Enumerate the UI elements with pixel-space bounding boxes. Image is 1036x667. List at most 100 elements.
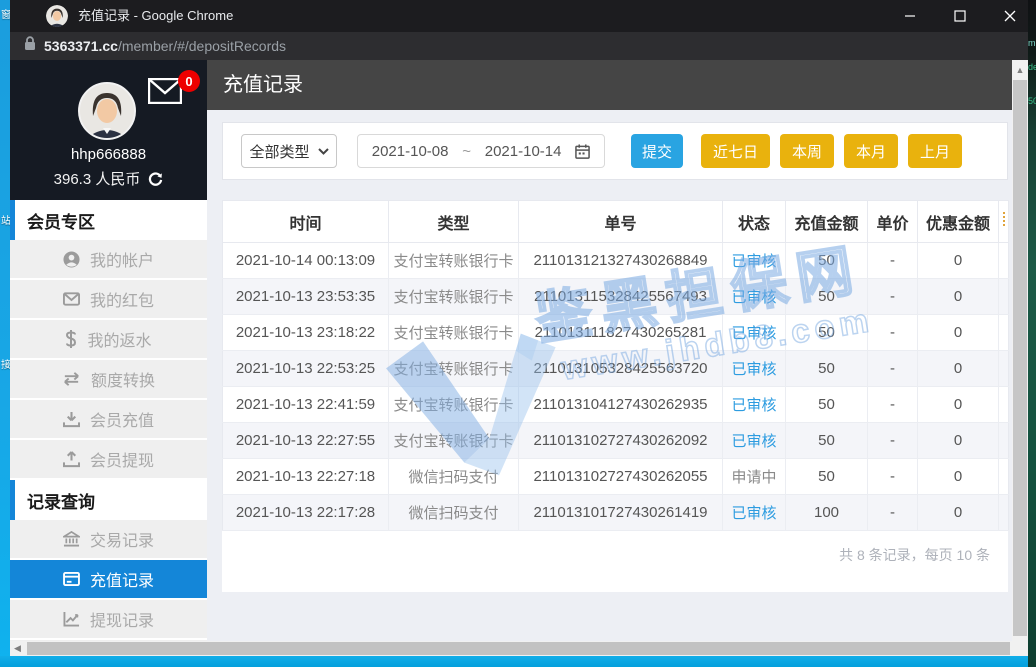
window-title: 充值记录 - Google Chrome (78, 0, 233, 32)
table-row: 2021-10-13 22:41:59支付宝转账银行卡2110131041274… (223, 387, 1009, 423)
table-row: 2021-10-13 23:53:35支付宝转账银行卡2110131153284… (223, 279, 1009, 315)
sidebar-item-label: 交易记录 (90, 527, 154, 551)
sidebar-section-records: 记录查询 (10, 480, 207, 520)
sidebar-item-my-account[interactable]: 我的帐户 (10, 240, 207, 280)
lock-icon (24, 36, 36, 56)
url-path: /member/#/depositRecords (118, 38, 286, 54)
user-icon (63, 251, 80, 268)
content-area: 全部类型 2021-10-08 ~ 2021-10-14 提交 近七日 本周 本… (207, 110, 1012, 641)
sidebar-item-label: 会员提现 (90, 447, 154, 471)
quick-lastmonth-button[interactable]: 上月 (908, 134, 962, 168)
type-select[interactable]: 全部类型 (241, 134, 337, 168)
sidebar-section-member: 会员专区 (10, 200, 207, 240)
scroll-up-arrow[interactable]: ▲ (1012, 62, 1028, 78)
page-title: 充值记录 (223, 60, 303, 110)
table-row: 2021-10-13 22:17:28微信扫码支付211013101727430… (223, 495, 1009, 531)
bank-icon (63, 531, 80, 547)
sidebar-item-deposit[interactable]: 会员充值 (10, 400, 207, 440)
close-button[interactable] (988, 0, 1032, 32)
page-header-bar: 充值记录 (207, 60, 1012, 110)
date-to-value: 2021-10-14 (485, 143, 562, 160)
quick-thismonth-button[interactable]: 本月 (844, 134, 898, 168)
address-bar[interactable]: 5363371.cc/member/#/depositRecords (10, 32, 1028, 60)
card-icon (63, 572, 80, 586)
message-count-badge: 0 (178, 70, 200, 92)
sidebar-item-label: 提现记录 (90, 607, 154, 631)
table-row: 2021-10-13 22:53:25支付宝转账银行卡2110131053284… (223, 351, 1009, 387)
table-row: 2021-10-13 23:18:22支付宝转账银行卡2110131118274… (223, 315, 1009, 351)
sidebar-item-label: 充值记录 (90, 567, 154, 591)
sidebar: 0 hhp666888 396.3 人民币 会员专区 我的帐户 我的红包 我的返… (10, 60, 207, 641)
col-header-price: 单价 (868, 201, 918, 243)
upload-icon (63, 451, 80, 468)
title-bar: 充值记录 - Google Chrome (10, 0, 1028, 32)
transfer-arrows-icon (62, 372, 81, 386)
records-panel: 时间 类型 单号 状态 充值金额 单价 优惠金额 2021-10-14 00: (222, 200, 1008, 592)
date-separator: ~ (462, 143, 471, 160)
sidebar-item-transaction-records[interactable]: 交易记录 (10, 520, 207, 560)
red-packet-icon (63, 292, 80, 306)
sidebar-item-red-packet[interactable]: 我的红包 (10, 280, 207, 320)
scrollbar-corner (1012, 641, 1028, 656)
balance: 396.3 人民币 (10, 168, 207, 191)
sidebar-item-withdraw[interactable]: 会员提现 (10, 440, 207, 480)
desktop-left-strip: 窗 站 接 (0, 0, 10, 667)
desktop-bottom-strip (0, 656, 1036, 667)
vertical-scrollbar[interactable]: ▲ (1012, 60, 1028, 641)
refresh-balance-icon[interactable] (148, 172, 163, 191)
vertical-scroll-thumb[interactable] (1013, 80, 1027, 636)
sidebar-item-label: 会员充值 (90, 407, 154, 431)
browser-window: 充值记录 - Google Chrome 5363371.cc/member/#… (10, 0, 1028, 656)
sidebar-item-label: 我的返水 (87, 327, 151, 351)
col-header-status: 状态 (723, 201, 786, 243)
horizontal-scrollbar[interactable]: ◀ (10, 641, 1012, 656)
minimize-button[interactable] (888, 0, 932, 32)
table-row: 2021-10-14 00:13:09支付宝转账银行卡2110131213274… (223, 243, 1009, 279)
background-text: m (1028, 38, 1036, 48)
col-header-time: 时间 (223, 201, 389, 243)
avatar[interactable] (78, 82, 136, 140)
username: hhp666888 (10, 146, 207, 163)
submit-button[interactable]: 提交 (631, 134, 683, 168)
sidebar-item-label: 我的帐户 (90, 247, 154, 271)
table-row: 2021-10-13 22:27:55支付宝转账银行卡2110131027274… (223, 423, 1009, 459)
table-header-row: 时间 类型 单号 状态 充值金额 单价 优惠金额 (223, 201, 1009, 243)
sidebar-item-quota-transfer[interactable]: 额度转换 (10, 360, 207, 400)
type-select-value: 全部类型 (249, 141, 309, 162)
sidebar-item-deposit-records[interactable]: 充值记录 (10, 560, 207, 600)
col-header-discount: 优惠金额 (918, 201, 999, 243)
desktop-icon-label: 接 (1, 356, 10, 371)
desktop-icon-label: 窗 (1, 6, 10, 21)
download-icon (63, 411, 80, 428)
col-header-order: 单号 (519, 201, 723, 243)
envelope-icon (148, 78, 182, 104)
quick-thisweek-button[interactable]: 本周 (780, 134, 834, 168)
desktop-right-strip: m de 50 (1028, 0, 1036, 667)
chevron-down-icon (318, 148, 329, 155)
col-header-amount: 充值金额 (786, 201, 868, 243)
calendar-icon (575, 144, 590, 159)
horizontal-scroll-thumb[interactable] (27, 642, 1010, 655)
main-area: 充值记录 全部类型 2021-10-08 ~ 2021-10-14 提交 近七日… (207, 60, 1012, 641)
sidebar-item-label: 我的红包 (90, 287, 154, 311)
sidebar-item-rebate[interactable]: 我的返水 (10, 320, 207, 360)
background-text: 50 (1028, 96, 1036, 106)
profile-card: 0 hhp666888 396.3 人民币 (10, 60, 207, 200)
filter-panel: 全部类型 2021-10-08 ~ 2021-10-14 提交 近七日 本周 本… (222, 122, 1008, 180)
cut-column-marker (1003, 212, 1005, 226)
quick-last7days-button[interactable]: 近七日 (701, 134, 770, 168)
deposit-records-table: 时间 类型 单号 状态 充值金额 单价 优惠金额 2021-10-14 00: (222, 200, 1009, 531)
sidebar-item-label: 额度转换 (91, 367, 155, 391)
record-count-summary: 共 8 条记录，每页 10 条 (222, 545, 1008, 565)
date-range-input[interactable]: 2021-10-08 ~ 2021-10-14 (357, 134, 605, 168)
table-row: 2021-10-13 22:27:18微信扫码支付211013102727430… (223, 459, 1009, 495)
chart-line-icon (63, 611, 80, 627)
desktop-icon-label: 站 (1, 212, 10, 227)
messages-button[interactable]: 0 (148, 78, 194, 118)
date-from-value: 2021-10-08 (372, 143, 449, 160)
scroll-left-arrow[interactable]: ◀ (10, 641, 25, 656)
site-favicon-icon (46, 5, 68, 27)
sidebar-item-withdraw-records[interactable]: 提现记录 (10, 600, 207, 640)
col-header-cut (999, 201, 1009, 243)
maximize-button[interactable] (938, 0, 982, 32)
